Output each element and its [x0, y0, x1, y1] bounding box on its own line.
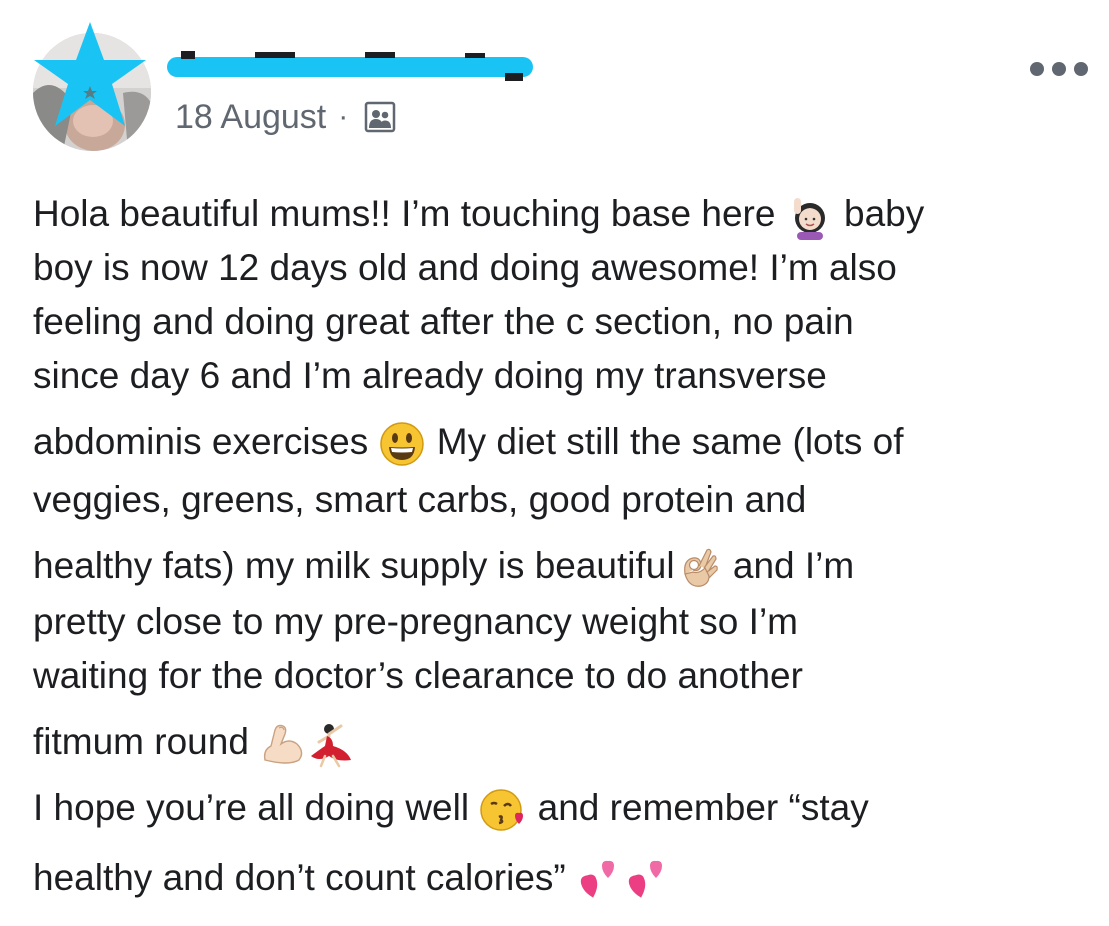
post-text-line: fitmum round: [33, 718, 355, 766]
post-text-line: pretty close to my pre-pregnancy weight …: [33, 598, 798, 646]
post-text-segment: pretty close to my pre-pregnancy weight …: [33, 601, 798, 642]
post-text-line: waiting for the doctor’s clearance to do…: [33, 652, 803, 700]
post-text-segment: feeling and doing great after the c sect…: [33, 301, 854, 342]
post-text-line: since day 6 and I’m already doing my tra…: [33, 352, 827, 400]
flexed-biceps-emoji: [259, 720, 307, 768]
post-text-segment: healthy and don’t count calories”: [33, 857, 577, 898]
post-text-segment: baby: [833, 193, 925, 234]
post-date[interactable]: 18 August: [175, 98, 326, 137]
kissing-face-emoji: [479, 786, 527, 834]
post-card: 18 August · Hola beautiful mums!! I’m to…: [0, 0, 1109, 926]
post-text-line: abdominis exercises My diet still the sa…: [33, 418, 904, 466]
post-text-line: I hope you’re all doing well and remembe…: [33, 784, 869, 832]
post-text-segment: since day 6 and I’m already doing my tra…: [33, 355, 827, 396]
more-options-icon: [1030, 62, 1044, 76]
post-text-line: healthy fats) my milk supply is beautifu…: [33, 542, 854, 590]
post-text-segment: and I’m: [722, 545, 855, 586]
two-hearts-emoji: [576, 856, 624, 904]
author-name-redacted[interactable]: [165, 45, 535, 85]
group-audience-icon: [365, 101, 396, 133]
post-text-segment: and remember “stay: [527, 787, 869, 828]
post-text-line: veggies, greens, smart carbs, good prote…: [33, 476, 806, 524]
ok-hand-emoji: [675, 544, 723, 592]
two-hearts-emoji: [624, 856, 672, 904]
dancer-emoji: [307, 720, 355, 768]
post-text-segment: abdominis exercises: [33, 421, 379, 462]
post-text-line: feeling and doing great after the c sect…: [33, 298, 854, 346]
post-text-line: Hola beautiful mums!! I’m touching base …: [33, 190, 924, 238]
post-text-segment: waiting for the doctor’s clearance to do…: [33, 655, 803, 696]
woman-raising-hand-emoji: [786, 192, 834, 240]
post-text-segment: Hola beautiful mums!! I’m touching base …: [33, 193, 786, 234]
post-text-line: healthy and don’t count calories”: [33, 854, 672, 902]
post-text-segment: fitmum round: [33, 721, 260, 762]
redaction-star-icon: [34, 22, 146, 126]
post-text-segment: veggies, greens, smart carbs, good prote…: [33, 479, 807, 520]
post-text-segment: healthy fats) my milk supply is beautifu…: [33, 545, 675, 586]
post-text-segment: I hope you’re all doing well: [33, 787, 480, 828]
more-options-button[interactable]: [1030, 60, 1088, 78]
meta-separator: ·: [338, 100, 349, 133]
post-text-line: boy is now 12 days old and doing awesome…: [33, 244, 897, 292]
post-text-segment: boy is now 12 days old and doing awesome…: [33, 247, 897, 288]
post-text-segment: My diet still the same (lots of: [426, 421, 904, 462]
post-meta: 18 August ·: [175, 97, 396, 137]
grinning-face-emoji: [378, 420, 426, 468]
